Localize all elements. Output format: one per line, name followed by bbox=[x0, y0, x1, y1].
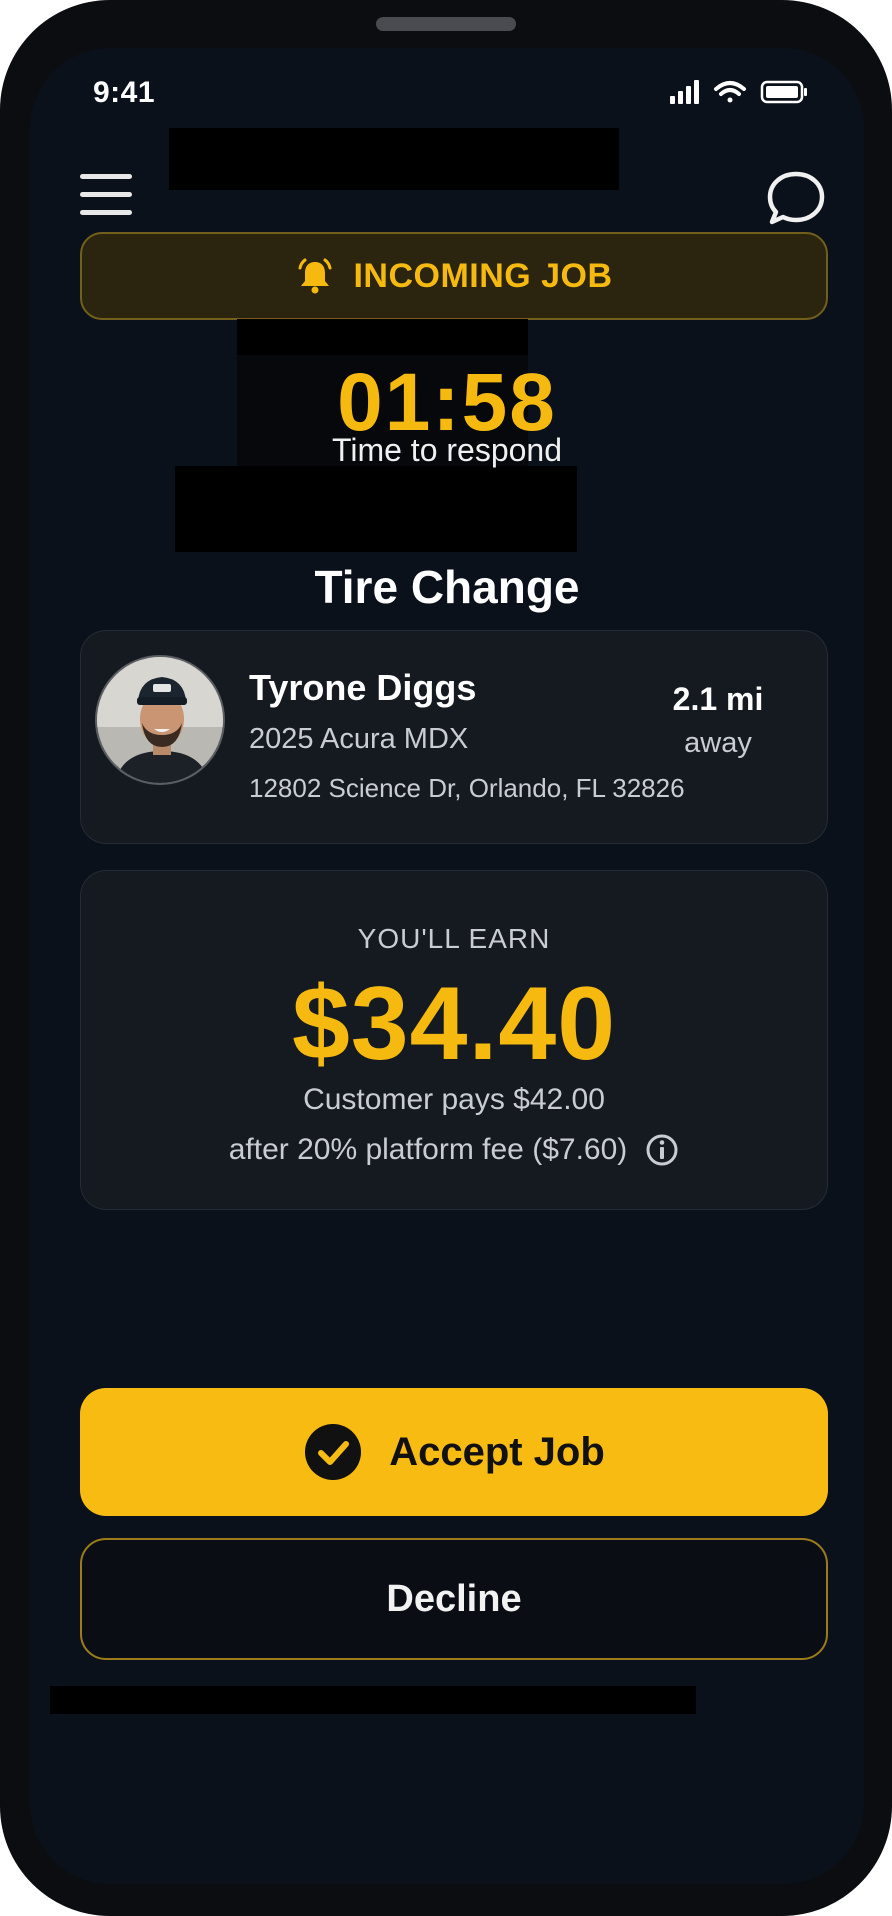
accept-job-button[interactable]: Accept Job bbox=[80, 1388, 828, 1516]
customer-vehicle: 2025 Acura MDX bbox=[249, 723, 469, 755]
distance-value: 2.1 mi bbox=[672, 681, 764, 717]
platform-fee-text: after 20% platform fee ($7.60) bbox=[228, 1133, 628, 1166]
app-screen: 9:41 INCOMING JOB 01:58 Time to respond … bbox=[30, 48, 864, 1884]
bell-ringing-icon bbox=[298, 258, 332, 294]
redacted-area bbox=[175, 466, 577, 552]
incoming-job-banner: INCOMING JOB bbox=[80, 232, 828, 320]
status-icons bbox=[670, 80, 807, 104]
decline-button[interactable]: Decline bbox=[80, 1538, 828, 1660]
earnings-amount: $34.40 bbox=[291, 966, 617, 1082]
menu-button[interactable] bbox=[80, 174, 132, 218]
hamburger-menu-icon bbox=[80, 174, 132, 179]
earnings-label: YOU'LL EARN bbox=[357, 923, 551, 954]
platform-fee-row: after 20% platform fee ($7.60) bbox=[81, 1133, 827, 1167]
battery-icon bbox=[760, 80, 807, 104]
chat-button[interactable] bbox=[764, 166, 828, 230]
chat-bubble-icon bbox=[767, 171, 825, 225]
incoming-job-label: INCOMING JOB bbox=[353, 256, 613, 295]
accept-job-label: Accept Job bbox=[389, 1429, 605, 1474]
customer-address: 12802 Science Dr, Orlando, FL 32826 bbox=[249, 773, 685, 803]
status-time: 9:41 bbox=[93, 76, 156, 109]
redacted-footer bbox=[50, 1686, 696, 1714]
job-title: Tire Change bbox=[314, 561, 580, 613]
customer-card[interactable]: Tyrone Diggs 2025 Acura MDX 12802 Scienc… bbox=[80, 630, 828, 844]
redacted-area bbox=[237, 319, 528, 355]
wifi-icon bbox=[714, 81, 746, 103]
customer-name: Tyrone Diggs bbox=[249, 667, 477, 708]
decline-label: Decline bbox=[386, 1577, 522, 1620]
avatar bbox=[95, 655, 225, 785]
earnings-card: YOU'LL EARN $34.40 Customer pays $42.00 … bbox=[80, 870, 828, 1210]
redacted-header-title bbox=[169, 128, 619, 190]
countdown-label: Time to respond bbox=[331, 432, 563, 468]
check-circle-icon bbox=[305, 1424, 362, 1480]
signal-icon bbox=[670, 80, 699, 104]
customer-pays-text: Customer pays $42.00 bbox=[303, 1083, 605, 1116]
distance-suffix: away bbox=[684, 727, 752, 759]
info-circle-icon[interactable] bbox=[645, 1133, 679, 1167]
speaker-notch bbox=[376, 17, 516, 31]
phone-frame: 9:41 INCOMING JOB 01:58 Time to respond … bbox=[0, 0, 892, 1916]
